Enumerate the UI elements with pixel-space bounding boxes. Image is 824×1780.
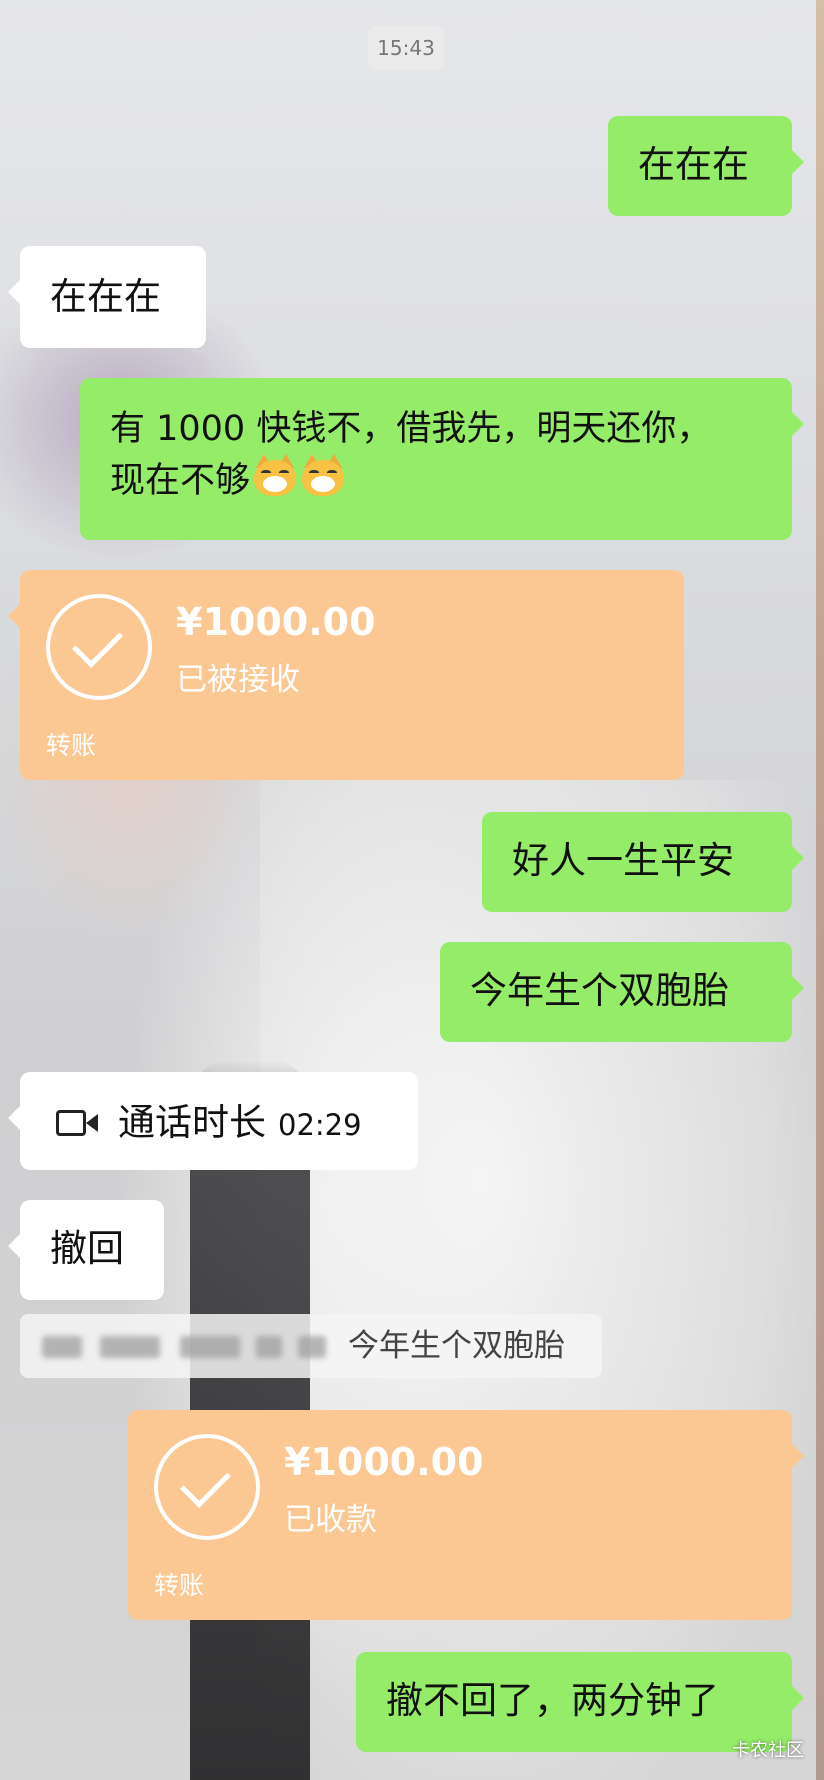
video-call-message[interactable]: 通话时长 02:29 (8, 1072, 418, 1170)
watermark: 卡农社区 (732, 1740, 804, 1761)
received-message[interactable]: 在在在 (8, 246, 206, 348)
message-text: 在在在 (50, 275, 161, 318)
redacted-text (256, 1336, 282, 1358)
sent-message[interactable]: 撤不回了，两分钟了 (356, 1652, 804, 1752)
transfer-card[interactable]: ¥1000.00 已收款 转账 (128, 1410, 804, 1620)
redacted-text (180, 1336, 240, 1358)
message-text: 现在不够 (110, 461, 251, 501)
background-shirt (260, 780, 820, 1780)
redacted-text (42, 1336, 82, 1358)
transfer-card[interactable]: ¥1000.00 已被接收 转账 (8, 570, 684, 780)
message-text: 撤不回了，两分钟了 (386, 1679, 719, 1722)
transfer-amount: ¥1000.00 (176, 600, 376, 644)
check-circle-icon (154, 1434, 260, 1540)
sent-message[interactable]: 好人一生平安 (482, 812, 804, 912)
call-label: 通话时长 (118, 1101, 266, 1144)
message-text-line: 有 1000 快钱不，借我先，明天还你， (110, 409, 712, 449)
message-text: 今年生个双胞胎 (470, 969, 729, 1012)
message-text-line: 现在不够 (110, 454, 762, 506)
video-call-icon (56, 1108, 100, 1138)
message-text: 在在在 (638, 143, 749, 186)
sent-message[interactable]: 今年生个双胞胎 (440, 942, 804, 1042)
right-edge-strip (816, 0, 824, 1780)
message-timestamp: 15:43 (368, 26, 444, 70)
check-circle-icon (46, 594, 152, 700)
transfer-status: 已被接收 (176, 662, 300, 698)
cat-emoji-icon (300, 454, 346, 498)
sent-message[interactable]: 在在在 (608, 116, 804, 216)
transfer-type-label: 转账 (46, 731, 97, 760)
recall-notice: 今年生个双胞胎 (20, 1314, 602, 1378)
received-message[interactable]: 撤回 (8, 1200, 164, 1300)
cat-emoji-icon (252, 454, 298, 498)
transfer-amount: ¥1000.00 (284, 1440, 484, 1484)
message-text: 撤回 (50, 1227, 124, 1270)
message-text: 好人一生平安 (512, 839, 734, 882)
redacted-text (298, 1336, 326, 1358)
redacted-text (100, 1336, 160, 1358)
transfer-type-label: 转账 (154, 1571, 205, 1600)
recall-quoted-text: 今年生个双胞胎 (348, 1328, 565, 1364)
transfer-status: 已收款 (284, 1502, 377, 1538)
sent-message[interactable]: 有 1000 快钱不，借我先，明天还你， 现在不够 (80, 378, 804, 540)
call-duration: 02:29 (278, 1108, 362, 1142)
